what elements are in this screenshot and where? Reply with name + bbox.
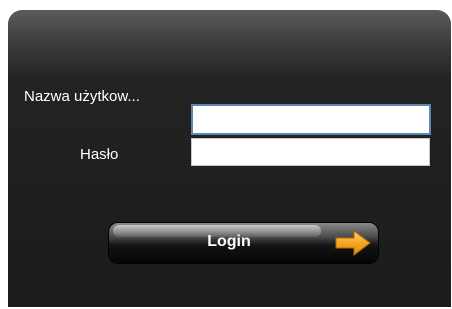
login-panel: Nazwa użytkow... Hasło Login xyxy=(8,10,451,307)
username-field[interactable] xyxy=(191,104,431,135)
login-button[interactable]: Login xyxy=(109,223,378,263)
password-label: Hasło xyxy=(80,146,119,163)
login-button-label: Login xyxy=(207,233,251,250)
password-field[interactable] xyxy=(191,138,430,166)
arrow-right-icon xyxy=(335,230,371,256)
username-label: Nazwa użytkow... xyxy=(24,88,140,105)
